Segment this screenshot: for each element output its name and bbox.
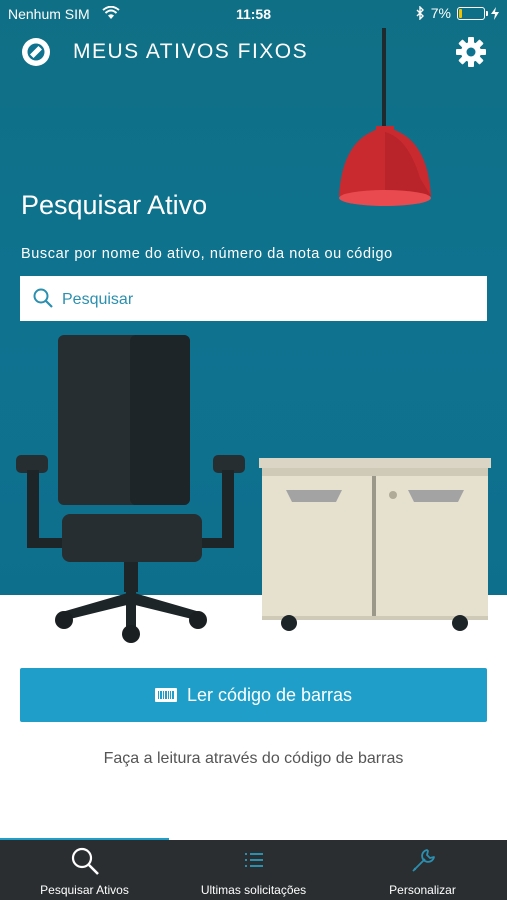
tab-label: Ultimas solicitações: [200, 883, 307, 897]
barcode-hint: Faça a leitura através do código de barr…: [103, 750, 404, 767]
tab-ultimas-solicitacoes[interactable]: Ultimas solicitações: [169, 840, 338, 900]
office-furniture-illustration: [16, 335, 491, 643]
barcode-icon: [154, 688, 177, 702]
charging-icon: [491, 6, 499, 20]
search-title: Pesquisar Ativo: [21, 190, 208, 220]
search-subtitle: Buscar por nome do ativo, número da nota…: [21, 246, 393, 262]
search-icon: [33, 288, 53, 308]
tab-pesquisar-ativos[interactable]: Pesquisar Ativos: [0, 840, 169, 900]
app-screen: Nenhum SIM 11:58 7% MEUS ATIVOS FIXOS Pe…: [0, 0, 507, 900]
tab-label: Personalizar: [389, 883, 456, 897]
bluetooth-icon: [416, 6, 424, 20]
battery-percent: 7%: [430, 5, 451, 21]
logo-icon: [22, 38, 50, 66]
tab-label: Pesquisar Ativos: [40, 883, 129, 897]
search-box[interactable]: [20, 276, 487, 323]
wrench-icon: [411, 849, 435, 872]
read-barcode-button[interactable]: Ler código de barras: [20, 668, 487, 722]
settings-gear-icon[interactable]: [455, 36, 487, 68]
app-title: MEUS ATIVOS FIXOS: [73, 40, 309, 63]
app-bar: MEUS ATIVOS FIXOS: [0, 28, 507, 74]
battery-icon: [457, 6, 488, 20]
search-input[interactable]: [60, 276, 484, 323]
list-icon: [244, 853, 263, 867]
tab-personalizar[interactable]: Personalizar: [338, 840, 507, 900]
read-barcode-label: Ler código de barras: [186, 684, 353, 705]
tab-bar: Pesquisar Ativos Ultimas solicitações Pe…: [0, 840, 507, 900]
status-bar: Nenhum SIM 11:58 7%: [0, 0, 507, 28]
search-icon: [71, 847, 99, 875]
